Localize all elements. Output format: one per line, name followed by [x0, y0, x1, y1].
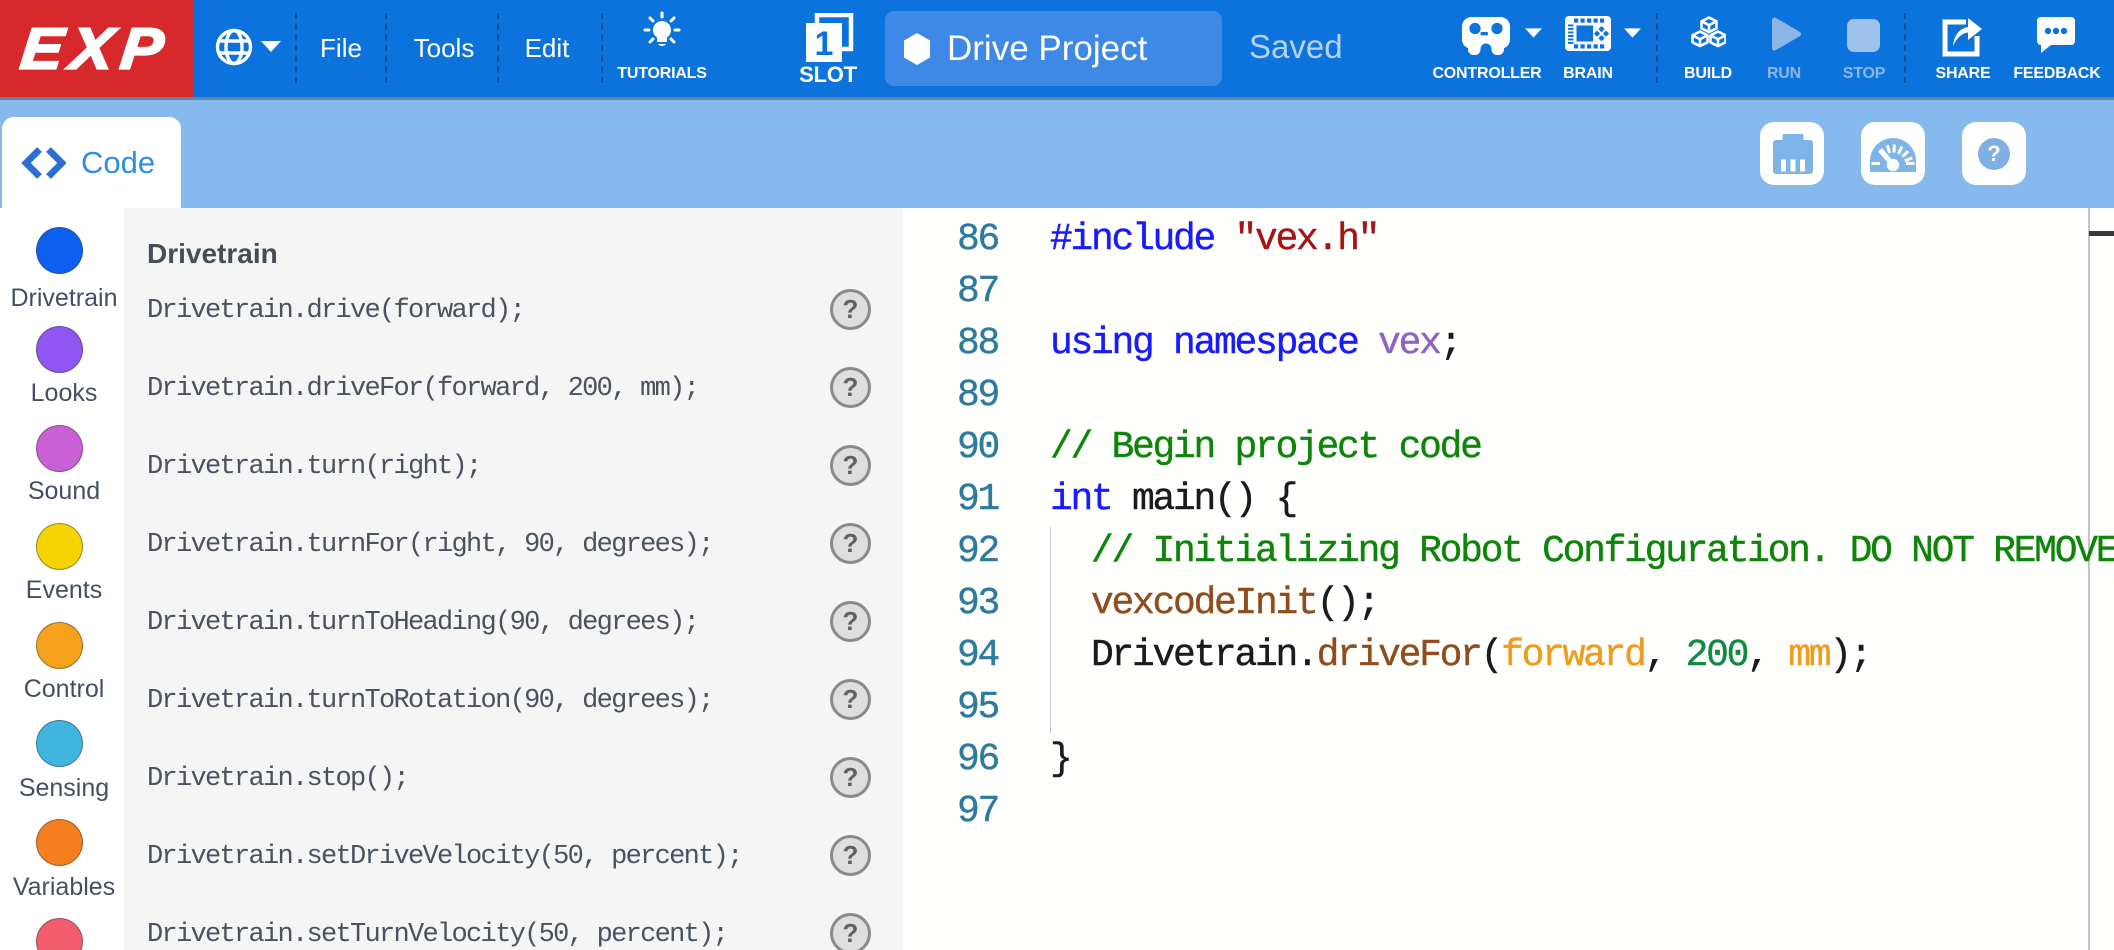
svg-text:1: 1 [815, 25, 834, 63]
svg-text:?: ? [1987, 141, 2000, 166]
